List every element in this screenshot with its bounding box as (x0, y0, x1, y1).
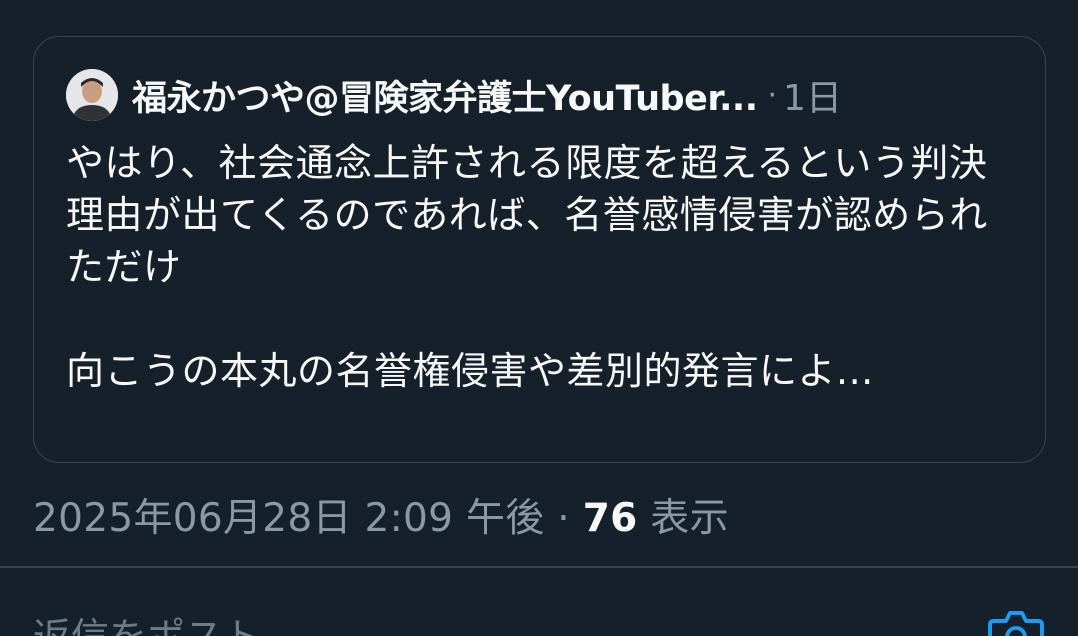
quoted-post-time[interactable]: 1日 (783, 69, 842, 121)
views-count: 76 (582, 496, 638, 541)
avatar-photo-icon (66, 69, 118, 121)
post-detail-screen: 福永かつや@冒険家弁護士YouTuber... · 1日 やはり、社会通念上許さ… (0, 0, 1078, 636)
views-label: 表示 (650, 496, 729, 541)
camera-button[interactable] (986, 607, 1046, 636)
reply-input[interactable] (33, 607, 733, 636)
camera-icon (988, 611, 1044, 636)
author-avatar[interactable] (66, 69, 118, 121)
post-meta: 2025年06月28日 2:09 午後 · 76 表示 (33, 487, 729, 543)
quoted-post-card[interactable]: 福永かつや@冒険家弁護士YouTuber... · 1日 やはり、社会通念上許さ… (33, 36, 1046, 463)
quoted-post-header: 福永かつや@冒険家弁護士YouTuber... · 1日 (66, 67, 842, 123)
header-separator: · (767, 77, 778, 113)
reply-composer (0, 567, 1078, 636)
meta-separator: · (557, 496, 570, 541)
quoted-post-text: やはり、社会通念上許される限度を超えるという判決理由が出てくるのであれば、名誉感… (66, 141, 988, 393)
post-datetime[interactable]: 2025年06月28日 2:09 午後 (33, 496, 545, 541)
quoted-author-name[interactable]: 福永かつや@冒険家弁護士YouTuber... (132, 70, 758, 121)
